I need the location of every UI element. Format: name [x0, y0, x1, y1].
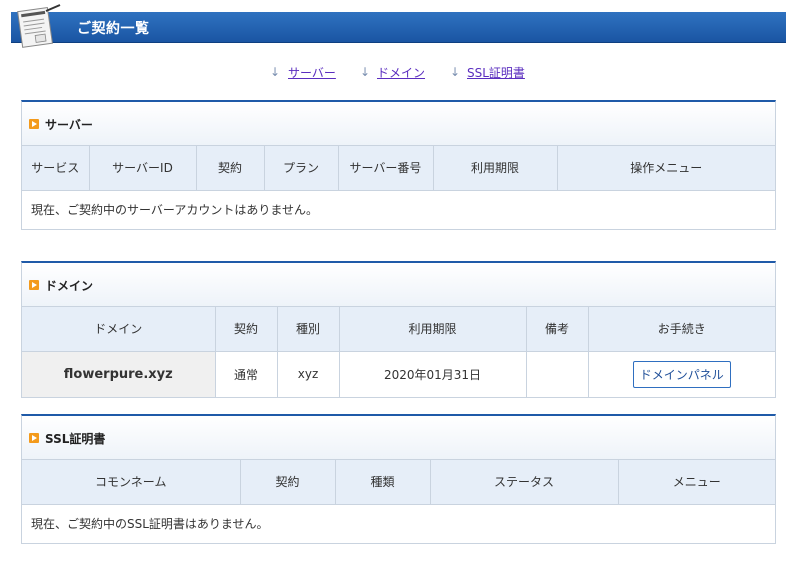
- contract-document-icon: [17, 4, 61, 48]
- empty-message: 現在、ご契約中のサーバーアカウントはありません。: [31, 203, 319, 218]
- down-arrow-icon: ↓: [360, 65, 371, 79]
- column-header: サーバー番号: [338, 146, 434, 191]
- domain-table: ドメイン 契約 種別 利用期限 備考 お手続き flowerpure.xyz 通…: [22, 307, 775, 397]
- column-header: 契約: [240, 460, 336, 505]
- column-header: お手続き: [588, 307, 775, 352]
- table-row: flowerpure.xyz 通常 xyz 2020年01月31日 ドメインパネ…: [22, 351, 775, 397]
- section-anchor-nav: ↓ サーバー ↓ ドメイン ↓ SSL証明書: [0, 64, 798, 82]
- note-cell: [526, 351, 589, 397]
- column-header: メニュー: [618, 460, 775, 505]
- column-header: 種類: [335, 460, 431, 505]
- server-section: サーバー サービス サーバーID 契約 プラン サーバー番号 利用期限 操作メニ…: [21, 100, 776, 230]
- column-header: プラン: [264, 146, 339, 191]
- column-header: ステータス: [430, 460, 619, 505]
- column-header: 利用期限: [433, 146, 558, 191]
- section-marker-icon: [29, 280, 39, 290]
- section-title: サーバー: [45, 118, 93, 132]
- column-header: 種別: [277, 307, 340, 352]
- empty-message: 現在、ご契約中のSSL証明書はありません。: [31, 517, 269, 532]
- column-header: サーバーID: [89, 146, 197, 191]
- section-title: ドメイン: [45, 279, 94, 293]
- action-cell: ドメインパネル: [588, 351, 775, 397]
- ssl-section: SSL証明書 コモンネーム 契約 種類 ステータス メニュー 現在、ご契約中のS…: [21, 414, 776, 544]
- anchor-link-ssl[interactable]: SSL証明書: [467, 64, 525, 81]
- anchor-link-domain[interactable]: ドメイン: [377, 64, 425, 81]
- column-header: 備考: [526, 307, 589, 352]
- down-arrow-icon: ↓: [270, 65, 281, 79]
- down-arrow-icon: ↓: [450, 65, 461, 79]
- domain-panel-button[interactable]: ドメインパネル: [632, 360, 731, 388]
- expiry-cell: 2020年01月31日: [339, 351, 527, 397]
- section-header: SSL証明書: [22, 416, 775, 460]
- anchor-link-server[interactable]: サーバー: [288, 64, 336, 81]
- section-marker-icon: [29, 433, 39, 443]
- column-header: 操作メニュー: [557, 146, 775, 191]
- server-table: サービス サーバーID 契約 プラン サーバー番号 利用期限 操作メニュー 現在…: [22, 146, 775, 229]
- column-header: 契約: [196, 146, 265, 191]
- section-header: サーバー: [22, 102, 775, 146]
- column-header: 利用期限: [339, 307, 527, 352]
- domain-section: ドメイン ドメイン 契約 種別 利用期限 備考 お手続き flowerpure.…: [21, 261, 776, 398]
- type-cell: xyz: [277, 351, 340, 397]
- page-title: ご契約一覧: [77, 21, 150, 37]
- column-header: コモンネーム: [22, 460, 241, 505]
- section-title: SSL証明書: [45, 432, 106, 446]
- column-header: ドメイン: [22, 307, 216, 352]
- page-header-bar: ご契約一覧: [11, 12, 786, 43]
- section-marker-icon: [29, 119, 39, 129]
- column-header: 契約: [215, 307, 278, 352]
- ssl-table: コモンネーム 契約 種類 ステータス メニュー 現在、ご契約中のSSL証明書はあ…: [22, 460, 775, 543]
- column-header: サービス: [22, 146, 90, 191]
- contract-cell: 通常: [215, 351, 278, 397]
- section-header: ドメイン: [22, 263, 775, 307]
- domain-name: flowerpure.xyz: [22, 351, 216, 397]
